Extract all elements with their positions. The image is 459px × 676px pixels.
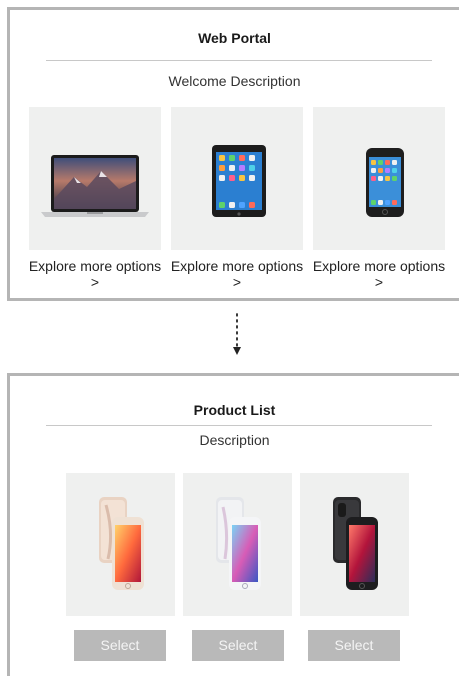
title-divider [46,425,432,426]
laptop-icon [41,155,149,217]
phone-black-icon [333,497,378,590]
select-button[interactable]: Select [192,630,284,661]
product-card[interactable] [300,473,409,616]
phone-gold-icon [99,497,144,590]
wireframe-flow: Web Portal Welcome Description Explore m… [0,0,459,676]
explore-more-link[interactable]: Explore more options > [167,258,307,290]
explore-more-link[interactable]: Explore more options > [25,258,165,290]
page-title: Web Portal [198,30,271,46]
tablet-icon [212,145,266,217]
product-card[interactable] [66,473,175,616]
phone-silver-icon [216,497,261,590]
select-button[interactable]: Select [74,630,166,661]
product-card[interactable] [183,473,292,616]
flow-arrow-icon [233,313,241,355]
product-card-phone[interactable] [313,107,445,250]
page-title: Product List [193,402,276,418]
page-description: Welcome Description [168,73,301,89]
product-card-laptop[interactable] [29,107,161,250]
web-portal-screen: Web Portal Welcome Description Explore m… [7,7,459,301]
select-button[interactable]: Select [308,630,400,661]
title-divider [46,60,432,61]
product-card-tablet[interactable] [171,107,303,250]
product-list-screen: Product List Description Select Select S… [7,373,459,676]
page-description: Description [199,432,270,448]
explore-more-link[interactable]: Explore more options > [309,258,449,290]
phone-icon [366,148,404,217]
